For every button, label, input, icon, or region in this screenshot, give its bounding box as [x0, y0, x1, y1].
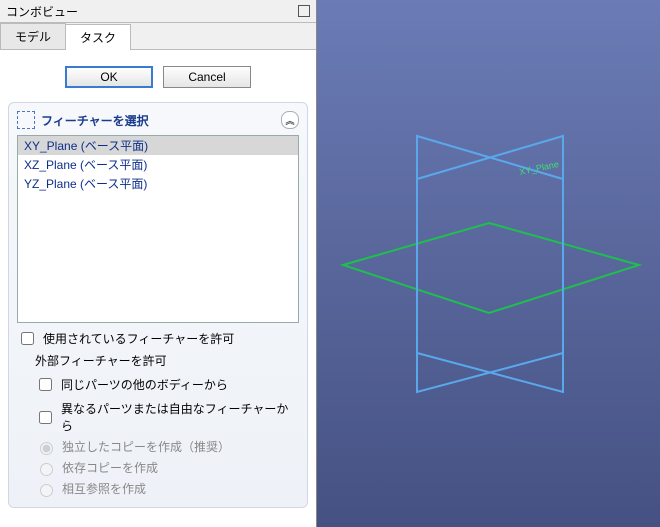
feature-select-group: フィーチャーを選択 ︽ XY_Plane (ベース平面) XZ_Plane (ベ… [8, 102, 308, 508]
independent-copy-radio: 独立したコピーを作成（推奨） [35, 438, 299, 455]
other-part-checkbox[interactable]: 異なるパーツまたは自由なフィーチャーから [35, 400, 299, 434]
cancel-button[interactable]: Cancel [163, 66, 251, 88]
collapse-icon[interactable]: ︽ [281, 111, 299, 129]
panel-title-bar: コンボビュー [0, 0, 316, 23]
app-root: コンボビュー モデル タスク OK Cancel フィーチャーを選択 ︽ [0, 0, 660, 527]
radio-label: 依存コピーを作成 [62, 459, 158, 476]
panel-title: コンボビュー [6, 3, 78, 20]
group-header[interactable]: フィーチャーを選択 ︽ [17, 109, 299, 135]
external-features-header: 外部フィーチャーを許可 [35, 352, 299, 369]
list-item-label: XY_Plane (ベース平面) [24, 139, 148, 153]
task-area: OK Cancel フィーチャーを選択 ︽ XY_Plane (ベース平面) X… [0, 50, 316, 527]
checkbox-label: 使用されているフィーチャーを許可 [43, 330, 234, 347]
radio-input [40, 463, 53, 476]
checkbox-label: 異なるパーツまたは自由なフィーチャーから [61, 400, 299, 434]
list-item[interactable]: XY_Plane (ベース平面) [18, 136, 298, 155]
feature-listbox[interactable]: XY_Plane (ベース平面) XZ_Plane (ベース平面) YZ_Pla… [17, 135, 299, 323]
cancel-label: Cancel [188, 70, 225, 84]
ok-label: OK [100, 70, 117, 84]
tab-bar: モデル タスク [0, 23, 316, 50]
allow-used-features-checkbox[interactable]: 使用されているフィーチャーを許可 [17, 329, 299, 348]
other-body-checkbox[interactable]: 同じパーツの他のボディーから [35, 375, 299, 394]
group-title: フィーチャーを選択 [41, 112, 149, 129]
combo-view-panel: コンボビュー モデル タスク OK Cancel フィーチャーを選択 ︽ [0, 0, 317, 527]
list-item-label: YZ_Plane (ベース平面) [24, 177, 147, 191]
checkbox-label: 同じパーツの他のボディーから [61, 376, 228, 393]
feature-select-icon [17, 111, 35, 129]
checkbox-input[interactable] [39, 378, 52, 391]
checkbox-input[interactable] [21, 332, 34, 345]
radio-input [40, 484, 53, 497]
radio-input [40, 442, 53, 455]
tab-model-label: モデル [15, 30, 51, 44]
undock-icon[interactable] [298, 5, 310, 17]
list-item[interactable]: YZ_Plane (ベース平面) [18, 174, 298, 193]
xz-plane-edge[interactable] [417, 136, 563, 392]
list-item[interactable]: XZ_Plane (ベース平面) [18, 155, 298, 174]
radio-label: 相互参照を作成 [62, 480, 146, 497]
tab-model[interactable]: モデル [0, 23, 66, 49]
yz-plane-edge[interactable] [417, 136, 563, 392]
dialog-button-row: OK Cancel [8, 66, 308, 88]
checkbox-input[interactable] [39, 411, 52, 424]
tab-task-label: タスク [80, 31, 116, 45]
xy-plane-edge[interactable] [343, 223, 639, 313]
3d-viewport[interactable]: XY_Plane [317, 0, 660, 527]
list-item-label: XZ_Plane (ベース平面) [24, 158, 147, 172]
viewport-geometry [317, 0, 660, 527]
radio-label: 独立したコピーを作成（推奨） [62, 438, 230, 455]
dependent-copy-radio: 依存コピーを作成 [35, 459, 299, 476]
ok-button[interactable]: OK [65, 66, 153, 88]
tab-task[interactable]: タスク [65, 24, 131, 50]
crossref-radio: 相互参照を作成 [35, 480, 299, 497]
